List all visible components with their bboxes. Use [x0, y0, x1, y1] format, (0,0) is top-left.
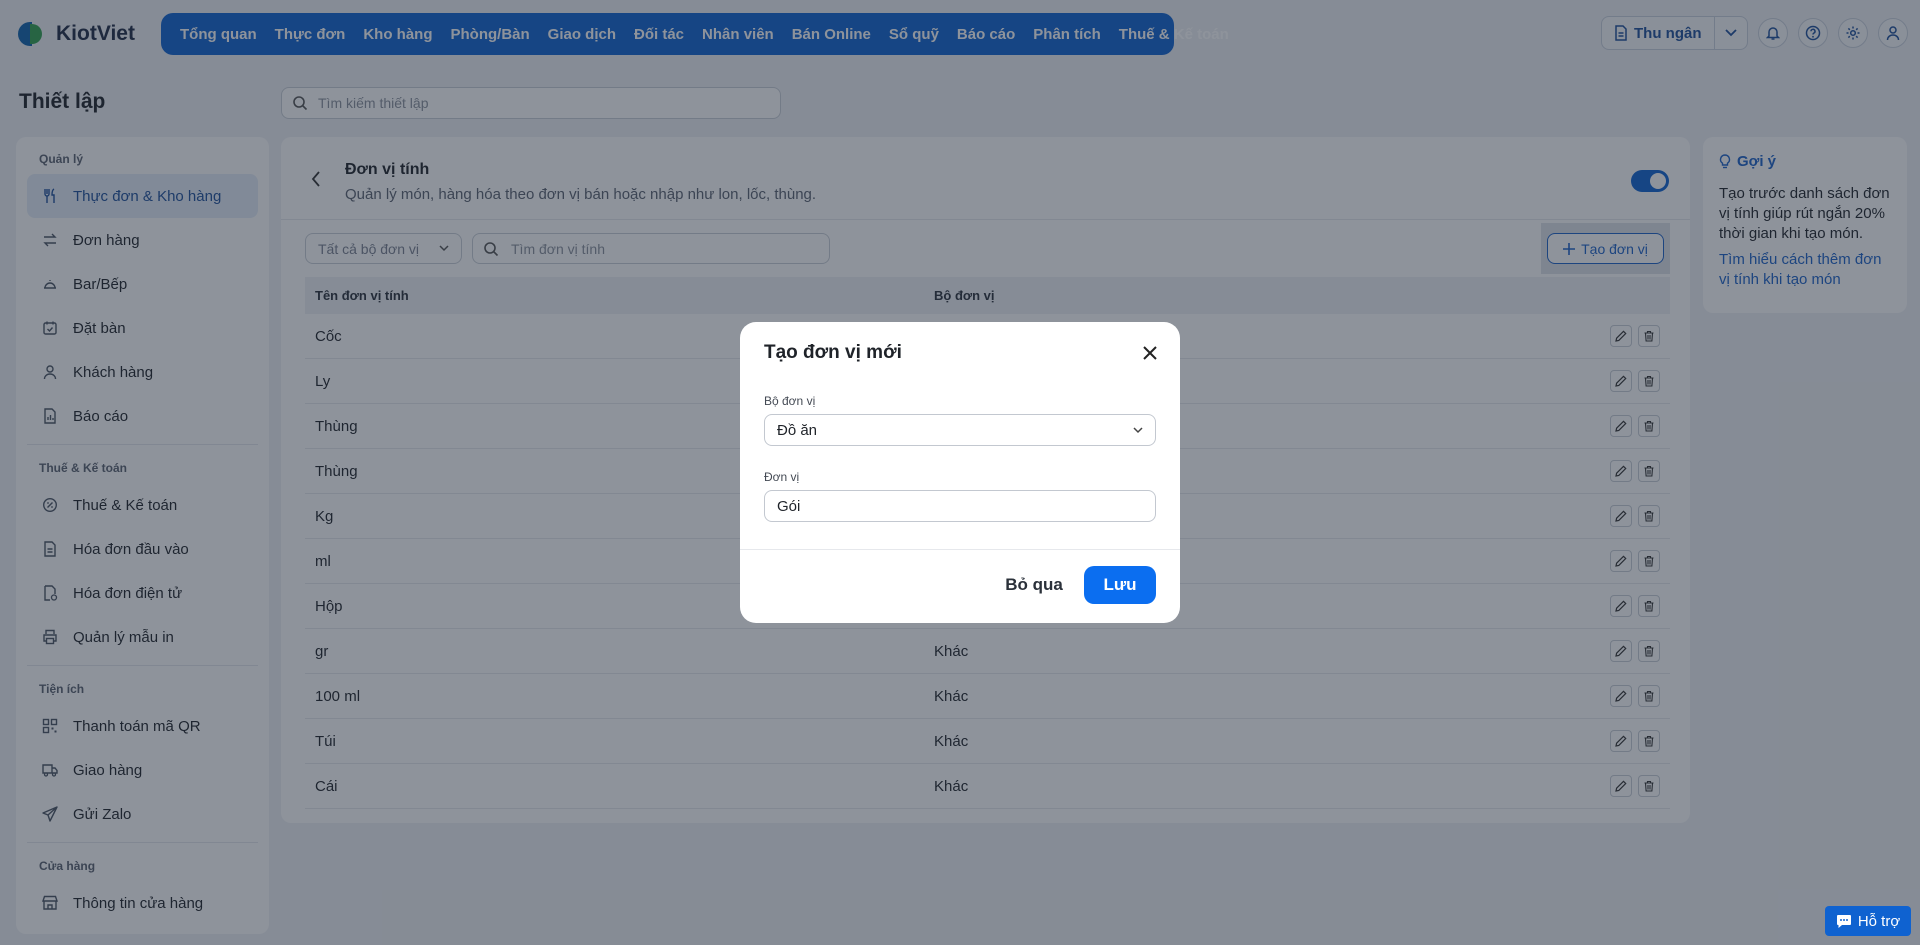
chevron-down-icon — [1133, 426, 1143, 434]
unit-group-value: Đồ ăn — [777, 421, 818, 439]
unit-name-label: Đơn vị — [764, 470, 800, 484]
support-button[interactable]: Hỗ trợ — [1825, 906, 1911, 936]
unit-group-select[interactable]: Đồ ăn — [764, 414, 1156, 446]
modal-close-button[interactable] — [1138, 341, 1162, 365]
unit-name-input[interactable]: Gói — [764, 490, 1156, 522]
modal-title: Tạo đơn vị mới — [764, 342, 902, 363]
chat-icon — [1836, 914, 1852, 929]
unit-name-value: Gói — [777, 497, 801, 515]
unit-group-label: Bộ đơn vị — [764, 394, 816, 408]
support-label: Hỗ trợ — [1857, 912, 1901, 930]
modal-divider — [740, 549, 1180, 550]
create-unit-modal: Tạo đơn vị mới Bộ đơn vị Đồ ăn Đơn vị Gó… — [740, 322, 1180, 623]
save-button[interactable]: Lưu — [1084, 566, 1156, 604]
close-icon — [1143, 346, 1157, 360]
cancel-button[interactable]: Bỏ qua — [1000, 566, 1068, 604]
